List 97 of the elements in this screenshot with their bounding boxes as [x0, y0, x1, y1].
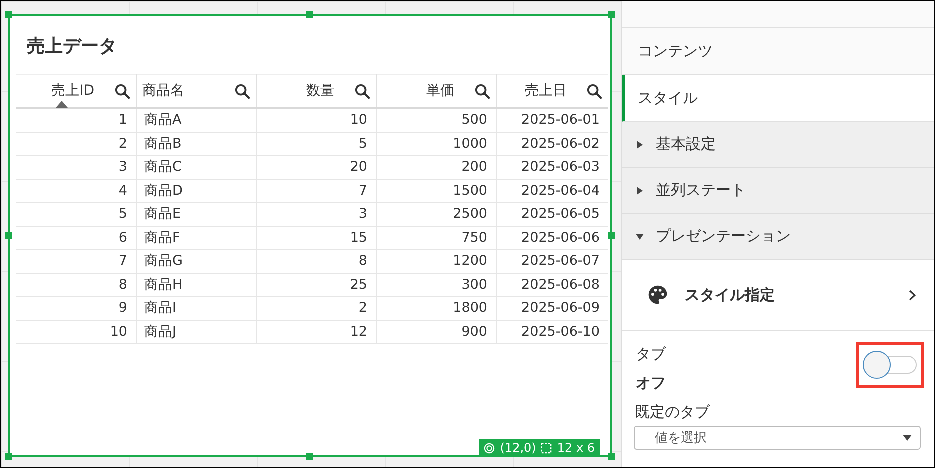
- style-link[interactable]: スタイル指定: [622, 260, 934, 331]
- table-cell: 商品I: [136, 296, 256, 320]
- accordion-header[interactable]: 並列ステート: [622, 168, 934, 214]
- table-cell: 商品E: [136, 202, 256, 226]
- column-label: 単価: [426, 82, 454, 100]
- table-cell: 商品C: [136, 156, 256, 179]
- table-cell: 12: [256, 320, 376, 344]
- search-icon[interactable]: [234, 84, 250, 98]
- chevron-right-icon: [909, 290, 916, 300]
- resize-handle[interactable]: [608, 11, 615, 18]
- search-icon[interactable]: [587, 84, 602, 98]
- table-cell: 2025-06-06: [496, 226, 608, 250]
- table-cell: 2025-06-08: [496, 273, 608, 296]
- table-cell: 10: [256, 108, 376, 132]
- table-cell: 商品J: [136, 320, 256, 344]
- panel-tab[interactable]: スタイル: [622, 75, 934, 122]
- table-cell: 8: [16, 273, 136, 296]
- caret-down-icon: [903, 435, 912, 441]
- resize-handle[interactable]: [306, 453, 313, 460]
- resize-handle[interactable]: [608, 453, 615, 460]
- table-cell: 2025-06-09: [496, 296, 608, 320]
- table-cell: 200: [376, 156, 496, 179]
- target-icon: [484, 442, 496, 454]
- resize-handle[interactable]: [5, 453, 12, 460]
- table-cell: 300: [376, 273, 496, 296]
- table-cell: 6: [16, 226, 136, 250]
- column-header[interactable]: 売上ID: [16, 74, 136, 108]
- table-cell: 15: [256, 226, 376, 250]
- table-cell: 商品F: [136, 226, 256, 250]
- link-label: スタイル指定: [685, 286, 776, 304]
- toggle-switch[interactable]: [863, 351, 917, 379]
- table-cell: 1: [16, 108, 136, 132]
- size-text: 12 x 6: [557, 441, 595, 455]
- table-cell: 8: [256, 250, 376, 273]
- position-text: (12,0): [500, 441, 536, 455]
- accordion-header[interactable]: 基本設定: [622, 122, 934, 168]
- table-cell: 9: [16, 296, 136, 320]
- table-cell: 5: [16, 202, 136, 226]
- table-cell: 2025-06-02: [496, 132, 608, 156]
- panel-tab[interactable]: コンテンツ: [622, 28, 934, 75]
- table-cell: 25: [256, 273, 376, 296]
- accordion-header[interactable]: プレゼンテーション: [622, 214, 934, 260]
- table-cell: 2025-06-04: [496, 179, 608, 202]
- table-cell: 750: [376, 226, 496, 250]
- table-cell: 7: [256, 179, 376, 202]
- palette-icon: [647, 284, 669, 306]
- table-cell: 2: [16, 132, 136, 156]
- size-frame-icon: [541, 442, 552, 454]
- table-cell: 2: [256, 296, 376, 320]
- table-cell: 商品D: [136, 179, 256, 202]
- search-icon[interactable]: [114, 84, 130, 98]
- table-cell: 3: [256, 202, 376, 226]
- table-cell: 4: [16, 179, 136, 202]
- dropdown-field[interactable]: 値を選択: [634, 426, 921, 450]
- table-cell: 1000: [376, 132, 496, 156]
- table-cell: 2025-06-05: [496, 202, 608, 226]
- column-label: 商品名: [142, 82, 184, 100]
- section-label: プレゼンテーション: [656, 227, 791, 246]
- column-label: 売上日: [525, 82, 567, 100]
- search-icon[interactable]: [474, 84, 490, 98]
- table-cell: 1200: [376, 250, 496, 273]
- resize-handle[interactable]: [306, 11, 313, 18]
- table-cell: 2025-06-10: [496, 320, 608, 344]
- toggle-label: タブ: [636, 345, 666, 364]
- column-header[interactable]: 単価: [376, 74, 496, 108]
- table-cell: 商品H: [136, 273, 256, 296]
- table-cell: 1500: [376, 179, 496, 202]
- table-cell: 2500: [376, 202, 496, 226]
- column-header[interactable]: 商品名: [136, 74, 256, 108]
- table-cell: 2025-06-01: [496, 108, 608, 132]
- table-cell: 3: [16, 156, 136, 179]
- column-label: 数量: [306, 82, 334, 100]
- section-label: 並列ステート: [656, 181, 746, 200]
- table-cell: 20: [256, 156, 376, 179]
- table-cell: 商品A: [136, 108, 256, 132]
- toggle-state-text: オフ: [636, 374, 666, 393]
- table-cell: 5: [256, 132, 376, 156]
- table-cell: 商品G: [136, 250, 256, 273]
- table-cell: 2025-06-03: [496, 156, 608, 179]
- table-cell: 900: [376, 320, 496, 344]
- table-cell: 500: [376, 108, 496, 132]
- section-label: 基本設定: [656, 135, 716, 154]
- search-icon[interactable]: [354, 84, 370, 98]
- table-cell: 7: [16, 250, 136, 273]
- table-cell: 商品B: [136, 132, 256, 156]
- resize-handle[interactable]: [5, 232, 12, 238]
- table-cell: 1800: [376, 296, 496, 320]
- column-label: 売上ID: [52, 82, 94, 100]
- column-header[interactable]: 数量: [256, 74, 376, 108]
- resize-handle[interactable]: [5, 11, 12, 18]
- table-cell: 2025-06-07: [496, 250, 608, 273]
- dropdown-label: 既定のタブ: [634, 402, 712, 423]
- dropdown-placeholder: 値を選択: [655, 430, 707, 447]
- column-header[interactable]: 売上日: [496, 74, 608, 108]
- table-title: 売上データ: [27, 35, 118, 58]
- table-cell: 10: [16, 320, 136, 344]
- resize-handle[interactable]: [608, 232, 615, 238]
